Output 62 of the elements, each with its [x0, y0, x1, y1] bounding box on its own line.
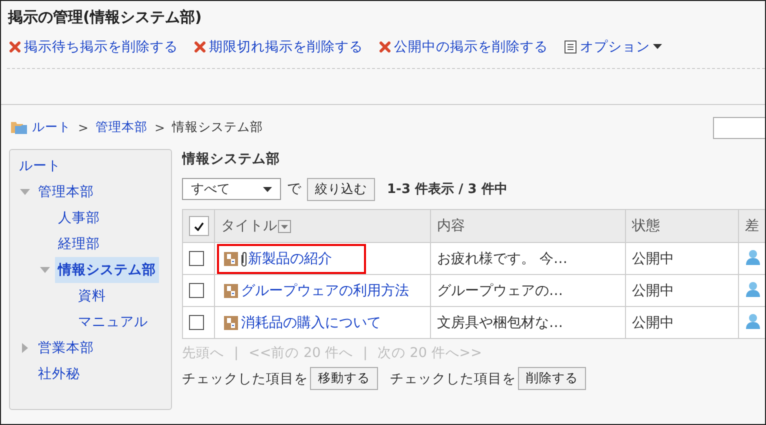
list-icon	[564, 40, 577, 54]
caret-icon	[653, 44, 662, 50]
breadcrumb-separator: >	[78, 120, 88, 134]
pager-text: |	[234, 345, 239, 361]
tree-item[interactable]: ルート	[16, 155, 64, 177]
page-title: 掲示の管理(情報システム部)	[6, 7, 203, 28]
breadcrumb-link[interactable]: 管理本部	[95, 118, 148, 136]
table-cell: 公開中	[626, 274, 738, 306]
filter-button[interactable]: 絞り込む	[307, 178, 375, 200]
breadcrumb-separator: >	[154, 120, 165, 134]
table-cell: お疲れ様です。 今…	[430, 242, 626, 274]
pager-text: <<前の 20 件へ	[248, 344, 353, 362]
tree-item[interactable]: 社外秘	[35, 363, 83, 385]
bulletin-icon	[224, 316, 238, 330]
delete-icon	[9, 41, 21, 53]
bulletin-icon	[224, 284, 238, 298]
toolbar-link[interactable]: 公開中の掲示を削除する	[379, 38, 548, 56]
column-header: 差	[738, 210, 765, 242]
breadcrumb-current: 情報システム部	[172, 118, 263, 136]
row-checkbox[interactable]	[189, 251, 204, 266]
row-checkbox[interactable]	[189, 315, 204, 330]
table-cell: グループウェアの…	[430, 274, 626, 306]
user-icon	[745, 312, 761, 328]
search-field[interactable]	[713, 117, 765, 139]
sort-menu-icon	[278, 220, 291, 233]
column-header: 状態	[626, 210, 738, 242]
check-icon	[194, 222, 204, 230]
folder-icon	[10, 119, 28, 135]
item-count: 1-3 件表示 / 3 件中	[387, 181, 508, 198]
tree-item[interactable]: 経理部	[55, 233, 103, 255]
pager-text: |	[362, 345, 368, 361]
pager-text: 先頭へ	[182, 344, 224, 362]
toolbar-link[interactable]: 期限切れ掲示を削除する	[194, 38, 363, 56]
tree-item[interactable]: マニュアル	[75, 311, 151, 333]
table-cell: 公開中	[626, 242, 738, 274]
delete-icon	[194, 41, 206, 53]
column-header: タイトル	[221, 218, 277, 234]
tree-item[interactable]: 人事部	[55, 207, 103, 229]
delete-icon	[379, 41, 391, 53]
action-label: チェックした項目を	[390, 370, 516, 388]
row-checkbox[interactable]	[189, 283, 204, 298]
filter-dropdown[interactable]: すべて	[182, 178, 281, 200]
tree-item[interactable]: 管理本部	[35, 181, 97, 203]
column-header: 内容	[430, 210, 626, 242]
user-icon	[745, 248, 761, 264]
tree-item[interactable]: 情報システム部	[55, 257, 159, 283]
filter-label: で	[287, 180, 301, 198]
toolbar-link[interactable]: 掲示待ち掲示を削除する	[9, 38, 178, 56]
table-cell: 公開中	[626, 306, 738, 338]
breadcrumb-link[interactable]: ルート	[32, 118, 71, 136]
action-label: チェックした項目を	[182, 370, 308, 388]
dropdown-icon	[263, 186, 272, 192]
user-icon	[745, 280, 761, 296]
toolbar-link[interactable]: オプション	[564, 38, 662, 56]
select-all-checkbox[interactable]	[189, 216, 209, 236]
action-button[interactable]: 削除する	[518, 367, 586, 390]
bulletin-icon	[224, 252, 238, 266]
action-button[interactable]: 移動する	[310, 367, 378, 390]
tree-item[interactable]: 営業本部	[35, 337, 97, 359]
table-cell: 文房具や梱包材な…	[430, 306, 626, 338]
pager-text: 次の 20 件へ>>	[378, 344, 482, 362]
tree-item[interactable]: 資料	[75, 285, 109, 307]
